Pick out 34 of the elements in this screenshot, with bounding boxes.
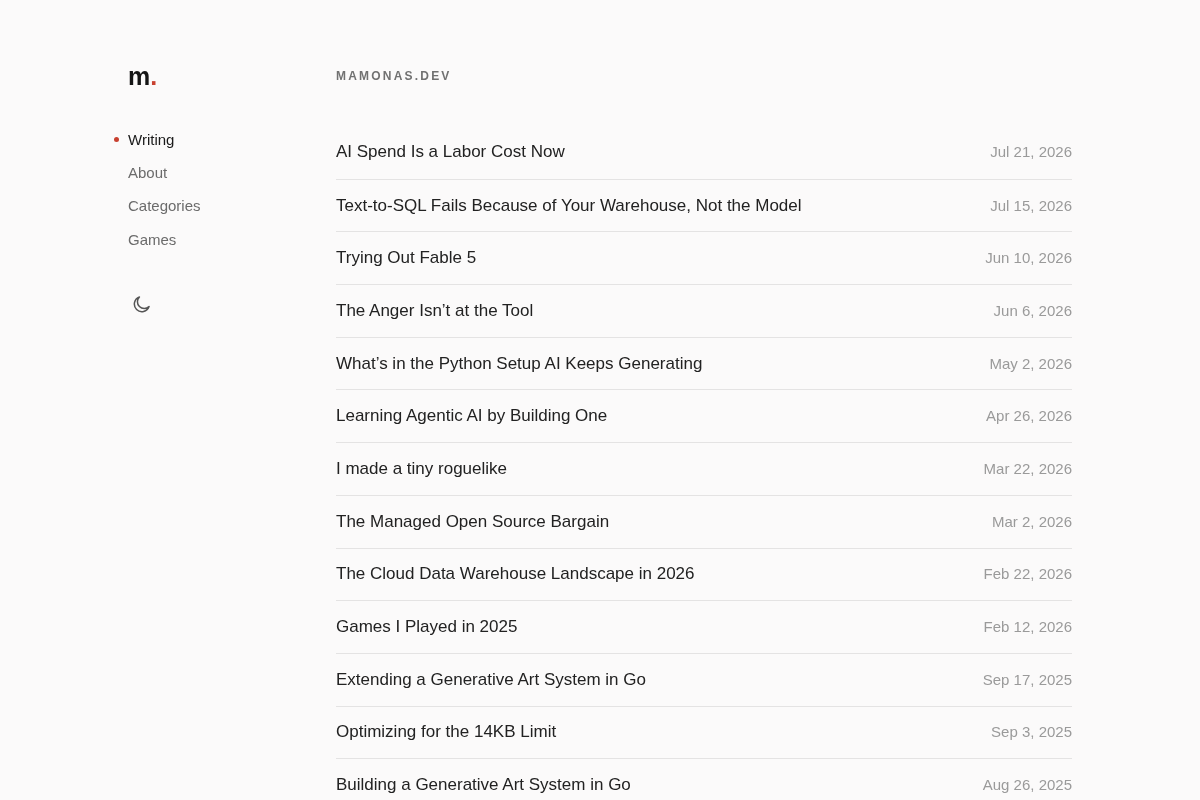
- post-date: Apr 26, 2026: [986, 406, 1072, 427]
- post-date: Sep 3, 2025: [991, 722, 1072, 743]
- post-title-link[interactable]: Extending a Generative Art System in Go: [336, 668, 646, 691]
- site-title: MAMONAS.DEV: [336, 68, 452, 84]
- post-title-link[interactable]: Trying Out Fable 5: [336, 247, 477, 270]
- post-date: Jun 6, 2026: [993, 300, 1072, 321]
- post-date: Jul 15, 2026: [990, 195, 1072, 216]
- nav-link[interactable]: Categories: [128, 196, 201, 217]
- post-date: Aug 26, 2025: [982, 775, 1072, 796]
- post-date: Sep 17, 2025: [982, 669, 1072, 690]
- post-title-link[interactable]: Optimizing for the 14KB Limit: [336, 721, 557, 744]
- post-title-link[interactable]: Learning Agentic AI by Building One: [336, 405, 608, 428]
- post-title-link[interactable]: The Anger Isn’t at the Tool: [336, 299, 534, 322]
- post-date: Mar 2, 2026: [991, 511, 1072, 532]
- post-title-link[interactable]: Text-to-SQL Fails Because of Your Warehouse, Not the Model: [336, 194, 802, 217]
- nav-link[interactable]: Games: [128, 229, 177, 250]
- post-date: Feb 22, 2026: [983, 564, 1072, 585]
- post-title-link[interactable]: Building a Generative Art System in Go: [336, 774, 631, 797]
- nav-link[interactable]: Writing: [128, 129, 175, 150]
- post-date: Feb 12, 2026: [983, 617, 1072, 638]
- moon-icon[interactable]: [133, 295, 150, 313]
- post-date: May 2, 2026: [989, 353, 1072, 374]
- post-title-link[interactable]: What’s in the Python Setup AI Keeps Generating: [336, 352, 703, 375]
- site-logo[interactable]: m.: [128, 62, 158, 90]
- post-title-link[interactable]: AI Spend Is a Labor Cost Now: [336, 141, 565, 164]
- nav-link[interactable]: About: [128, 163, 168, 184]
- post-date: Jul 21, 2026: [990, 142, 1072, 163]
- post-title-link[interactable]: I made a tiny roguelike: [336, 457, 508, 480]
- post-title-link[interactable]: The Managed Open Source Bargain: [336, 510, 610, 533]
- active-dot-icon: [114, 137, 119, 143]
- post-title-link[interactable]: Games I Played in 2025: [336, 616, 518, 639]
- post-title-link[interactable]: The Cloud Data Warehouse Landscape in 2026: [336, 563, 695, 586]
- post-date: Mar 22, 2026: [983, 458, 1072, 479]
- post-date: Jun 10, 2026: [985, 248, 1072, 269]
